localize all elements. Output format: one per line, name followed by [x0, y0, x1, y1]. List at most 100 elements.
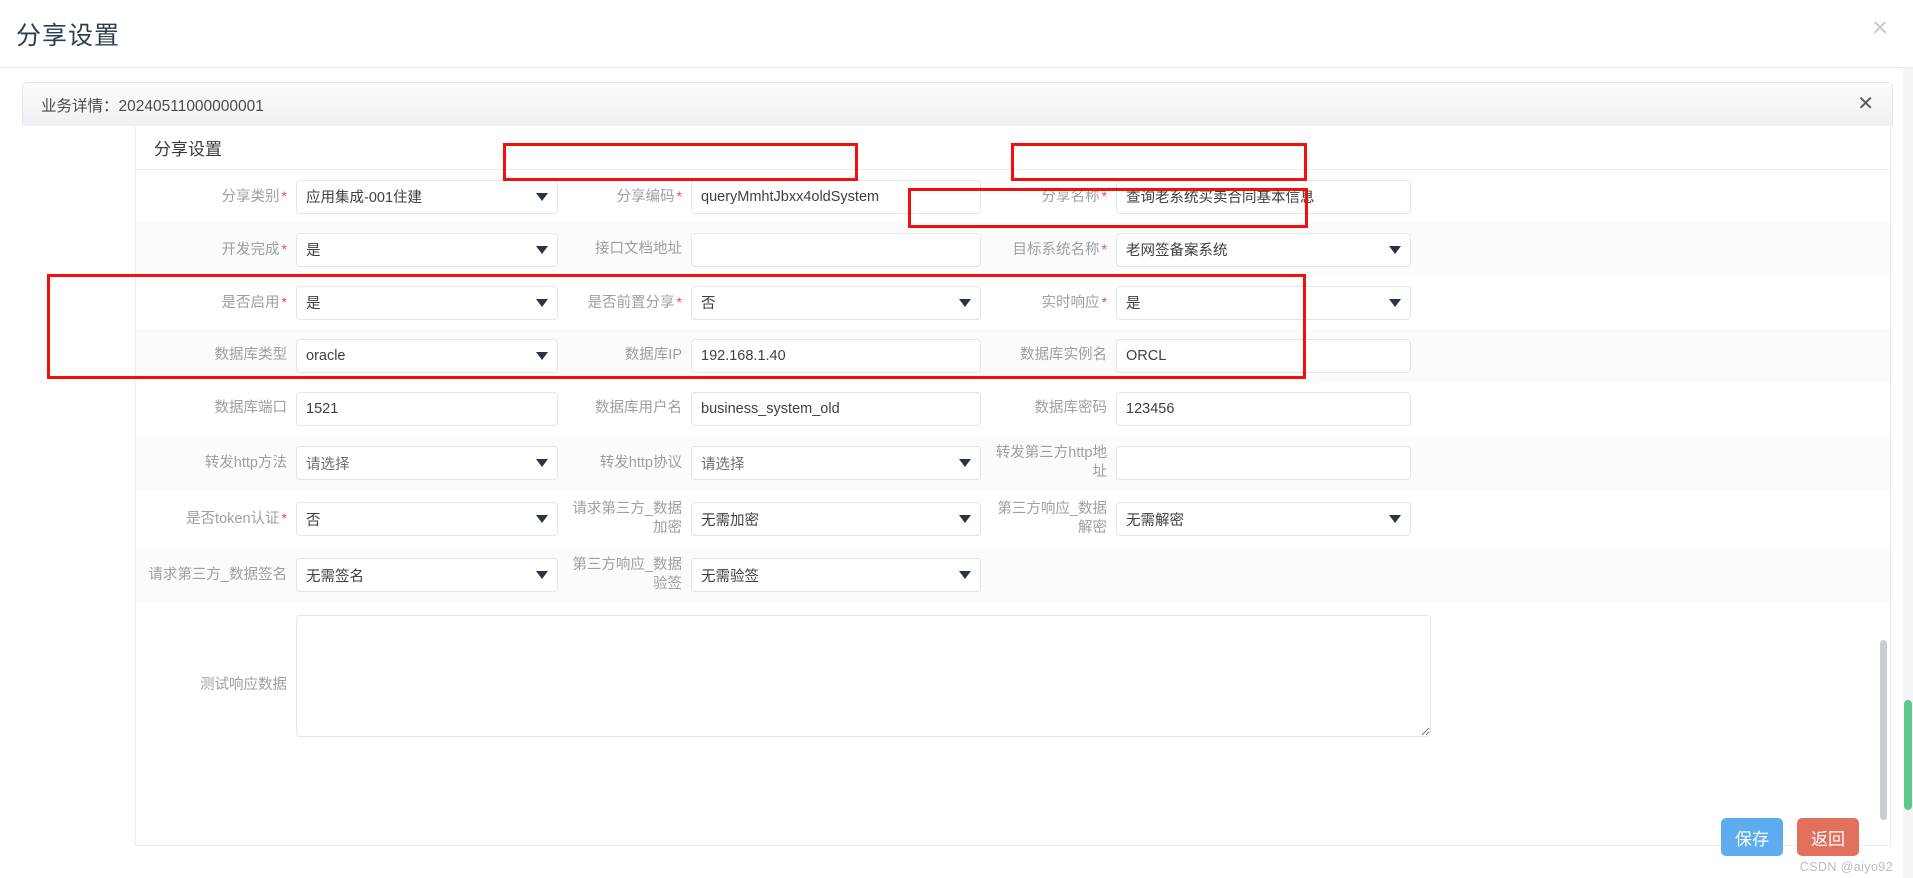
inner-scrollbar-thumb[interactable] — [1880, 640, 1887, 820]
select-field[interactable]: oracle — [296, 338, 558, 373]
select-field[interactable]: 否 — [296, 502, 558, 536]
field-control: 无需加密 — [691, 502, 981, 536]
select-field[interactable]: 无需加密 — [691, 502, 981, 536]
select-field[interactable]: 无需验签 — [691, 558, 981, 592]
select-field[interactable]: 是 — [296, 232, 558, 267]
text-input[interactable] — [1116, 338, 1411, 373]
field-control: 老网签备案系统 — [1116, 232, 1411, 267]
back-button[interactable]: 返回 — [1797, 818, 1859, 856]
field-label: 实时响应 * — [1041, 293, 1107, 311]
share-settings-dialog: 分享设置 ✕ 业务详情：20240511000000001 ✕ 分享设置 分享类… — [0, 0, 1913, 878]
page-title: 分享设置 — [16, 21, 121, 50]
field-control: 应用集成-001住建 — [296, 179, 558, 214]
text-input[interactable] — [691, 338, 981, 373]
form-field: 数据库类型 oracle — [136, 329, 561, 382]
field-control: 请选择 — [296, 446, 558, 480]
form-row: 开发完成 * 是 接口文档地址 目标系统名称 * 老网签备案系统 — [136, 223, 1890, 276]
text-input[interactable] — [1116, 446, 1411, 480]
dialog-close-icon[interactable]: ✕ — [1869, 18, 1891, 40]
field-label: 是否启用 * — [221, 293, 287, 311]
field-label: 数据库用户名 — [595, 400, 682, 416]
test-response-control — [296, 615, 1431, 742]
test-response-row: 测试响应数据 — [136, 603, 1890, 760]
field-label: 第三方响应_数据解密 — [997, 501, 1107, 536]
form-row: 是否token认证 * 否请求第三方_数据加密 无需加密 第三方响应_数据解密 无需解密 — [136, 491, 1890, 547]
field-label: 数据库类型 — [214, 347, 288, 363]
text-input[interactable] — [691, 391, 981, 426]
footer-buttons: 保存 返回 — [1721, 818, 1859, 856]
business-tab-close-icon[interactable]: ✕ — [1857, 94, 1874, 114]
form-row: 分享类别* 应用集成-001住建 分享编码* 分享名称* — [136, 170, 1890, 223]
form-field: 是否启用 * 是 — [136, 276, 561, 329]
field-label: 接口文档地址 — [595, 241, 682, 257]
form-field: 开发完成 * 是 — [136, 223, 561, 276]
form-field: 数据库端口 — [136, 382, 561, 435]
form-row: 转发http方法 请选择 转发http协议 请选择 转发第三方http地址 — [136, 435, 1890, 491]
field-control: oracle — [296, 338, 558, 373]
field-control: 是 — [1116, 285, 1411, 320]
select-field[interactable]: 否 — [691, 285, 981, 320]
field-control: 无需解密 — [1116, 502, 1411, 536]
field-control: 无需签名 — [296, 558, 558, 592]
select-field[interactable]: 无需签名 — [296, 558, 558, 592]
card-title: 分享设置 — [154, 140, 222, 159]
test-response-textarea[interactable] — [296, 615, 1431, 737]
select-field[interactable]: 应用集成-001住建 — [296, 179, 558, 214]
select-field[interactable]: 请选择 — [296, 446, 558, 480]
field-label: 请求第三方_数据签名 — [148, 566, 287, 583]
text-input[interactable] — [691, 232, 981, 267]
select-field[interactable]: 请选择 — [691, 446, 981, 480]
field-label: 请求第三方_数据加密 — [572, 501, 682, 536]
share-settings-form: 分享类别* 应用集成-001住建 分享编码* 分享名称* 开发完成* 是 接口文档地址 目标系… — [136, 170, 1890, 760]
field-label: 分享编码 * — [616, 187, 682, 205]
watermark: CSDN @aiyo92 — [1799, 860, 1893, 874]
field-control — [1116, 446, 1411, 480]
field-control — [691, 391, 981, 426]
required-marker: * — [281, 240, 287, 257]
field-control — [691, 232, 981, 267]
form-row: 数据库类型 oracle 数据库IP 数据库实例名 — [136, 329, 1890, 382]
form-field: 数据库密码 — [991, 382, 1423, 435]
text-input[interactable] — [296, 391, 558, 426]
field-control — [1116, 179, 1411, 214]
select-field[interactable]: 是 — [1116, 285, 1411, 320]
field-label: 数据库密码 — [1034, 400, 1108, 416]
field-control: 请选择 — [691, 446, 981, 480]
field-label: 分享名称 * — [1041, 187, 1107, 205]
field-control — [1116, 338, 1411, 373]
save-button[interactable]: 保存 — [1721, 818, 1783, 856]
card-scroll-area: 分享设置 分享类别* 应用集成-001住建 分享编码* 分享名称* 开发完成* 是 接口文档… — [0, 126, 1913, 866]
required-marker: * — [281, 510, 287, 526]
form-field: 分享名称 * — [991, 170, 1423, 223]
business-tab[interactable]: 业务详情：20240511000000001 ✕ — [22, 82, 1893, 126]
field-label: 数据库端口 — [214, 400, 288, 416]
text-input[interactable] — [1116, 179, 1411, 214]
dialog-header: 分享设置 ✕ — [0, 0, 1913, 68]
select-field[interactable]: 是 — [296, 285, 558, 320]
form-field: 是否前置分享 * 否 — [561, 276, 991, 329]
form-field: 数据库实例名 — [991, 329, 1423, 382]
required-marker: * — [281, 187, 287, 204]
text-input[interactable] — [691, 179, 981, 214]
form-field: 分享类别 * 应用集成-001住建 — [136, 170, 561, 223]
form-field: 实时响应 * 是 — [991, 276, 1423, 329]
field-label: 是否token认证 * — [186, 510, 287, 527]
select-field[interactable]: 无需解密 — [1116, 502, 1411, 536]
field-label: 数据库IP — [624, 347, 682, 363]
outer-scrollbar-thumb[interactable] — [1904, 700, 1912, 810]
form-field: 是否token认证 * 否 — [136, 491, 561, 547]
field-label: 是否前置分享 * — [587, 293, 682, 311]
form-field: 转发http方法 请选择 — [136, 435, 561, 491]
field-control: 是 — [296, 285, 558, 320]
field-label: 数据库实例名 — [1020, 347, 1107, 363]
form-field: 数据库IP — [561, 329, 991, 382]
field-label: 转发http协议 — [599, 454, 682, 471]
form-field: 数据库用户名 — [561, 382, 991, 435]
required-marker: * — [676, 187, 682, 204]
text-input[interactable] — [1116, 391, 1411, 426]
form-field: 请求第三方_数据加密 无需加密 — [561, 491, 991, 547]
field-control — [1116, 391, 1411, 426]
field-control — [296, 391, 558, 426]
field-control: 否 — [691, 285, 981, 320]
select-field[interactable]: 老网签备案系统 — [1116, 232, 1411, 267]
